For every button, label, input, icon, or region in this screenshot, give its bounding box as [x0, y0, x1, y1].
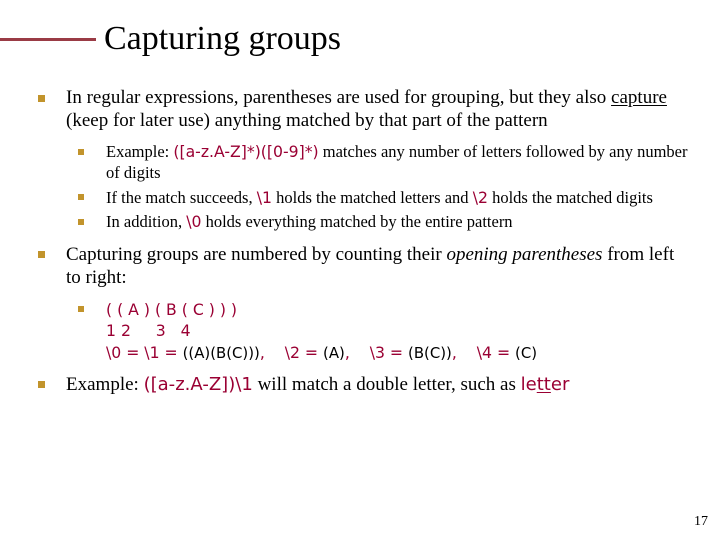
bullet-double-letter: Example: ([a-z.A-Z])\1 will match a doub… [38, 373, 690, 396]
slide-root: Capturing groups In regular expressions,… [0, 0, 720, 540]
square-bullet-icon [38, 251, 45, 258]
code-run: , [452, 343, 477, 362]
text-run: If the match succeeds, [106, 188, 257, 207]
code-run: \2 = [285, 343, 323, 362]
code-run: ([a-z.A-Z]*)([0-9]*) [173, 142, 318, 161]
code-run-black: (C) [515, 344, 537, 362]
code-run: \0 = \1 = [106, 343, 183, 362]
code-run: le [521, 374, 537, 395]
text-run: In addition, [106, 212, 186, 231]
square-bullet-icon [38, 95, 45, 102]
text-run: holds the matched digits [488, 188, 653, 207]
title-block: Capturing groups [0, 20, 341, 58]
square-bullet-icon [78, 194, 84, 200]
text-run: Example: [106, 142, 173, 161]
code-run: \2 [473, 188, 488, 207]
code-run: er [551, 374, 570, 395]
slide-title: Capturing groups [104, 20, 341, 58]
text-run: will match a double letter, such as [253, 374, 521, 395]
square-bullet-icon [38, 381, 45, 388]
square-bullet-icon [78, 306, 84, 312]
text-run: Example: [66, 374, 144, 395]
square-bullet-icon [78, 219, 84, 225]
bullet-numbering: Capturing groups are numbered by countin… [38, 243, 690, 289]
code-run: \0 [186, 212, 201, 231]
code-run: ([a-z.A-Z])\1 [144, 374, 253, 395]
text-run: holds everything matched by the entire p… [201, 212, 512, 231]
code-line-1: ( ( A ) ( B ( C ) ) ) [106, 299, 690, 320]
code-run-black: ((A)(B(C))) [183, 344, 260, 362]
square-bullet-icon [78, 149, 84, 155]
bullet-backref-zero: In addition, \0 holds everything matched… [78, 212, 690, 233]
code-line-3: \0 = \1 = ((A)(B(C))), \2 = (A), \3 = (B… [106, 342, 690, 363]
bullet-intro: In regular expressions, parentheses are … [38, 86, 690, 132]
code-line-2: 1 2 3 4 [106, 320, 690, 341]
page-number: 17 [694, 514, 708, 530]
text-run: (keep for later use) anything matched by… [66, 110, 548, 131]
bullet-match-succeeds: If the match succeeds, \1 holds the matc… [78, 188, 690, 209]
code-run-black: (B(C)) [408, 344, 452, 362]
code-run: \1 [257, 188, 272, 207]
text-run: Capturing groups are numbered by countin… [66, 244, 446, 265]
text-run: capture [611, 87, 667, 108]
code-run: \3 = [370, 343, 408, 362]
code-run: , [260, 343, 285, 362]
code-run: \4 = [477, 343, 515, 362]
slide-body: In regular expressions, parentheses are … [38, 86, 690, 406]
code-run-underline: tt [537, 374, 551, 395]
code-run: , [345, 343, 370, 362]
text-run: In regular expressions, parentheses are … [66, 87, 611, 108]
bullet-code-example: ( ( A ) ( B ( C ) ) ) 1 2 3 4 \0 = \1 = … [78, 299, 690, 362]
text-run: holds the matched letters and [272, 188, 473, 207]
title-accent-line [0, 38, 96, 41]
bullet-example-regex: Example: ([a-z.A-Z]*)([0-9]*) matches an… [78, 142, 690, 183]
text-run-italic: opening parentheses [446, 244, 602, 265]
code-run-black: (A) [323, 344, 345, 362]
